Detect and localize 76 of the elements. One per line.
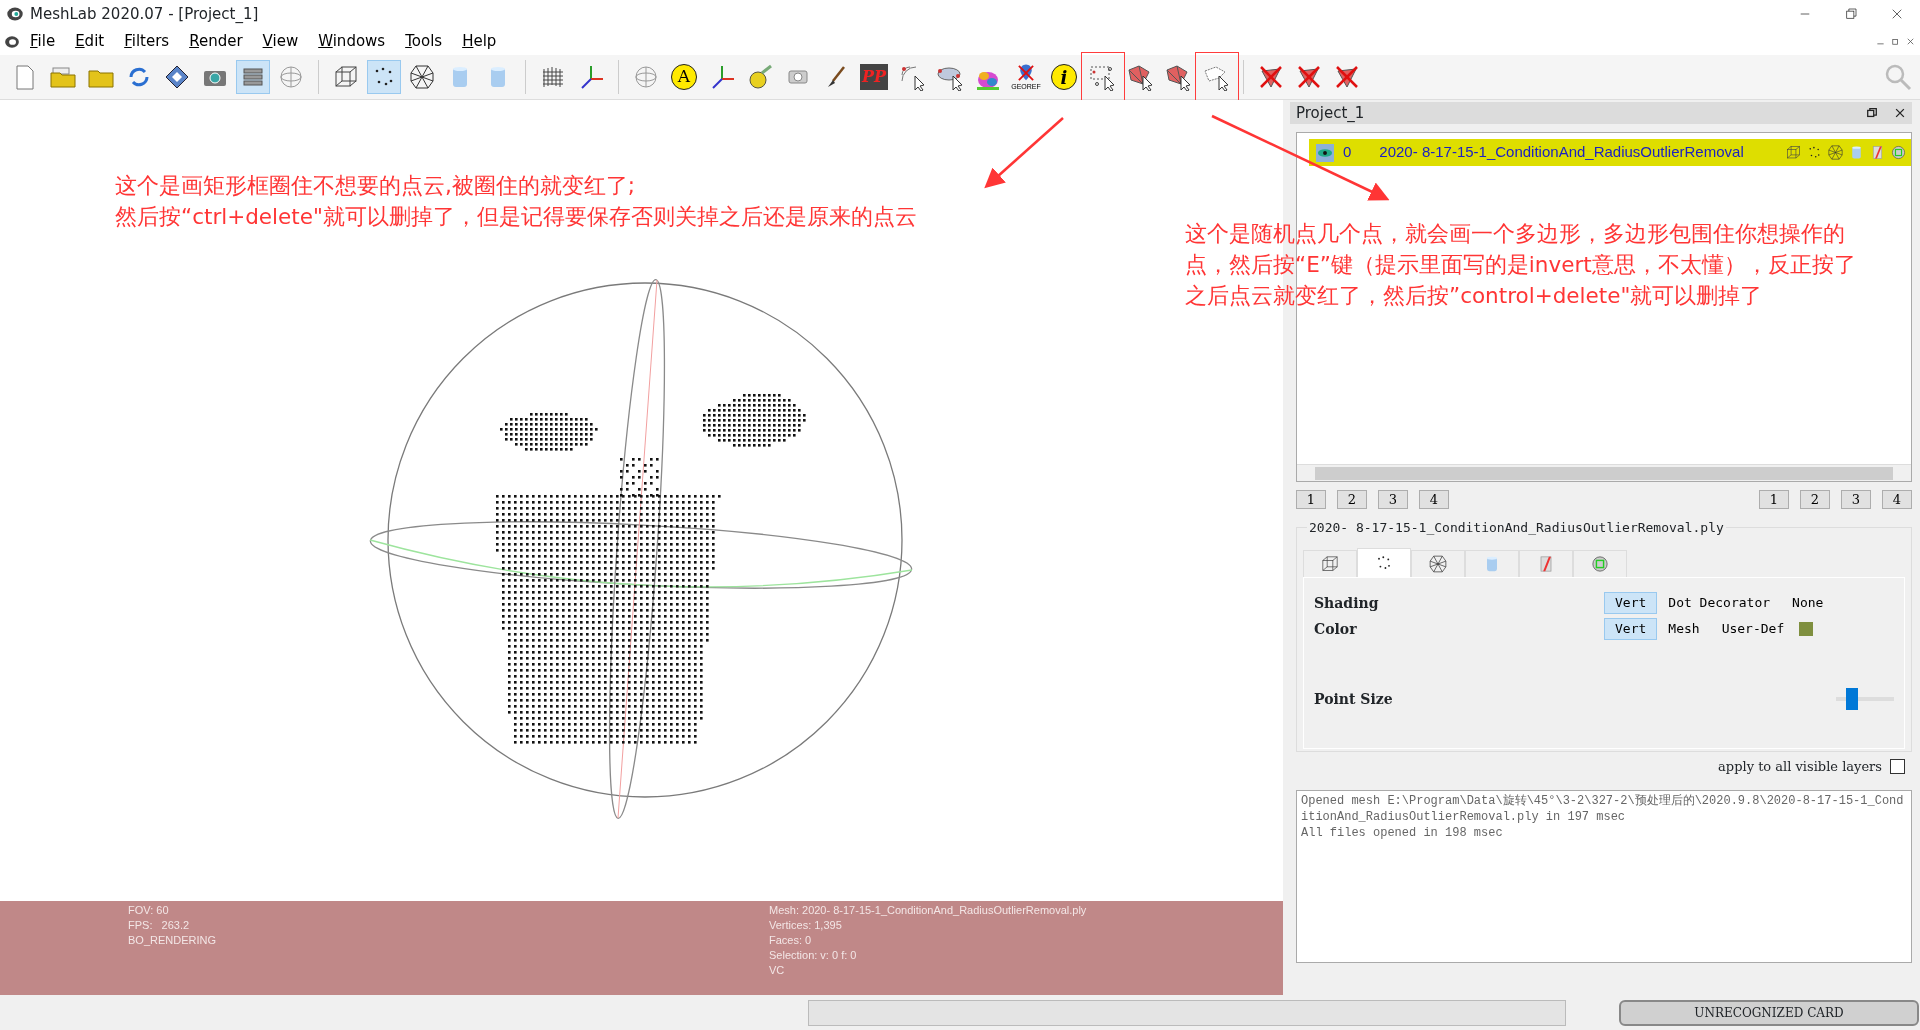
info-text: Selection: v: 0 f: 0: [769, 948, 858, 963]
wireframe-icon: [408, 63, 436, 91]
app-logo-icon: [4, 33, 20, 50]
wireframe-icon: [1827, 144, 1844, 161]
sphere-icon: [632, 63, 660, 91]
checkbox[interactable]: [1890, 759, 1905, 775]
toolbar-button[interactable]: [367, 60, 401, 94]
render-tab[interactable]: [1519, 550, 1573, 577]
layer-row[interactable]: 0 2020- 8-17-15-1_ConditionAnd_RadiusOutlierRemoval: [1309, 139, 1911, 166]
app-logo-icon: [6, 5, 24, 23]
panel-title: Project_1: [1296, 102, 1365, 124]
wireframe-icon: [1428, 554, 1448, 574]
info-text: VC: [769, 963, 786, 978]
select-faces-icon: [1126, 63, 1154, 91]
option-toggle[interactable]: Mesh: [1657, 618, 1711, 640]
select-rectangle-icon: [1088, 63, 1116, 91]
log-line: All files opened in 198 msec: [1301, 825, 1504, 841]
view-button[interactable]: 4: [1882, 490, 1912, 509]
cursor-icon: [898, 63, 926, 91]
color-swatch[interactable]: [1799, 622, 1814, 636]
checkbox-label: apply to all visible layers: [1718, 758, 1882, 776]
render-tab[interactable]: [1573, 550, 1627, 577]
select-faces-icon: [1164, 63, 1192, 91]
layer-index: 0: [1343, 142, 1352, 163]
close-button[interactable]: [1894, 107, 1906, 119]
restore-button[interactable]: [1890, 36, 1901, 47]
menu-item[interactable]: Tools: [395, 30, 453, 53]
option-label: Shading: [1314, 593, 1380, 613]
menu-item[interactable]: Edit: [65, 30, 115, 53]
mesh-ball-icon: [1590, 554, 1610, 574]
info-text: FOV: 60: [128, 903, 170, 918]
info-text: BO_RENDERING: [128, 933, 218, 948]
cube-icon: [1785, 144, 1802, 161]
option-label: Point Size: [1314, 689, 1394, 709]
horizontal-scrollbar[interactable]: [1297, 464, 1911, 481]
annotation-text: 之后点云就变红了，然后按”control+delete"就可以删掉了: [1185, 282, 1764, 310]
option-label: Color: [1314, 619, 1358, 639]
annotation-text: 这个是随机点几个点，就会画一个多边形，多边形包围住你想操作的: [1185, 220, 1846, 248]
window-title: MeshLab 2020.07 - [Project_1]: [30, 3, 259, 25]
view-button[interactable]: 2: [1337, 490, 1367, 509]
menu-item[interactable]: View: [252, 30, 309, 53]
menu-item[interactable]: Help: [452, 30, 507, 53]
info-text: FPS: 263.2: [128, 918, 191, 933]
menu-item[interactable]: File: [20, 30, 66, 53]
menu-item[interactable]: Render: [179, 30, 253, 53]
view-button[interactable]: 1: [1296, 490, 1326, 509]
view-button[interactable]: 3: [1841, 490, 1871, 509]
view-button[interactable]: 4: [1419, 490, 1449, 509]
status-text: UNRECOGNIZED CARD: [1619, 999, 1919, 1026]
sphere-icon: [277, 63, 305, 91]
menu-item[interactable]: Windows: [308, 30, 396, 53]
layer-name: 2020- 8-17-15-1_ConditionAnd_RadiusOutlierRemoval: [1379, 142, 1744, 163]
tape-measure-icon: [746, 63, 774, 91]
option-toggle[interactable]: Vert: [1604, 618, 1658, 640]
view-button[interactable]: 3: [1378, 490, 1408, 509]
mesh-ball-icon: [1890, 144, 1907, 161]
annotation-text: 点，然后按“E”键（提示里面写的是invert意思，不太懂），反正按了: [1185, 251, 1856, 279]
render-tab[interactable]: [1303, 550, 1357, 577]
option-toggle[interactable]: Dot Decorator: [1657, 592, 1782, 614]
annotation-text: 这个是画矩形框圈住不想要的点云,被圈住的就变红了;: [115, 172, 637, 200]
option-toggle[interactable]: None: [1781, 592, 1835, 614]
menu-item[interactable]: Filters: [114, 30, 180, 53]
info-text: Mesh: 2020- 8-17-15-1_ConditionAnd_RadiusOutlierRemoval.ply: [769, 903, 1087, 918]
cube-icon: [1320, 554, 1340, 574]
floppy-icon: [163, 63, 191, 91]
info-text: Faces: 0: [769, 933, 813, 948]
log-line: Opened mesh E:\Program\Data\旋转\45°\3-2\327-2\预处理后的\2020.9.8\2020-8-17-15-1_ConditionAnd_RadiusOutlierRemoval.ply in 197 msec: [1301, 793, 1905, 825]
option-toggle[interactable]: User-Def: [1710, 618, 1796, 640]
slider-thumb[interactable]: [1845, 688, 1858, 710]
float-button[interactable]: [1866, 107, 1878, 119]
render-tab[interactable]: [1411, 550, 1465, 577]
option-toggle[interactable]: Vert: [1604, 592, 1658, 614]
annotation-text: 然后按“ctrl+delete"就可以删掉了，但是记得要保存否则关掉之后还是原来的点云: [115, 203, 917, 231]
view-button[interactable]: 2: [1800, 490, 1830, 509]
info-text: Vertices: 1,395: [769, 918, 843, 933]
view-button[interactable]: 1: [1759, 490, 1789, 509]
